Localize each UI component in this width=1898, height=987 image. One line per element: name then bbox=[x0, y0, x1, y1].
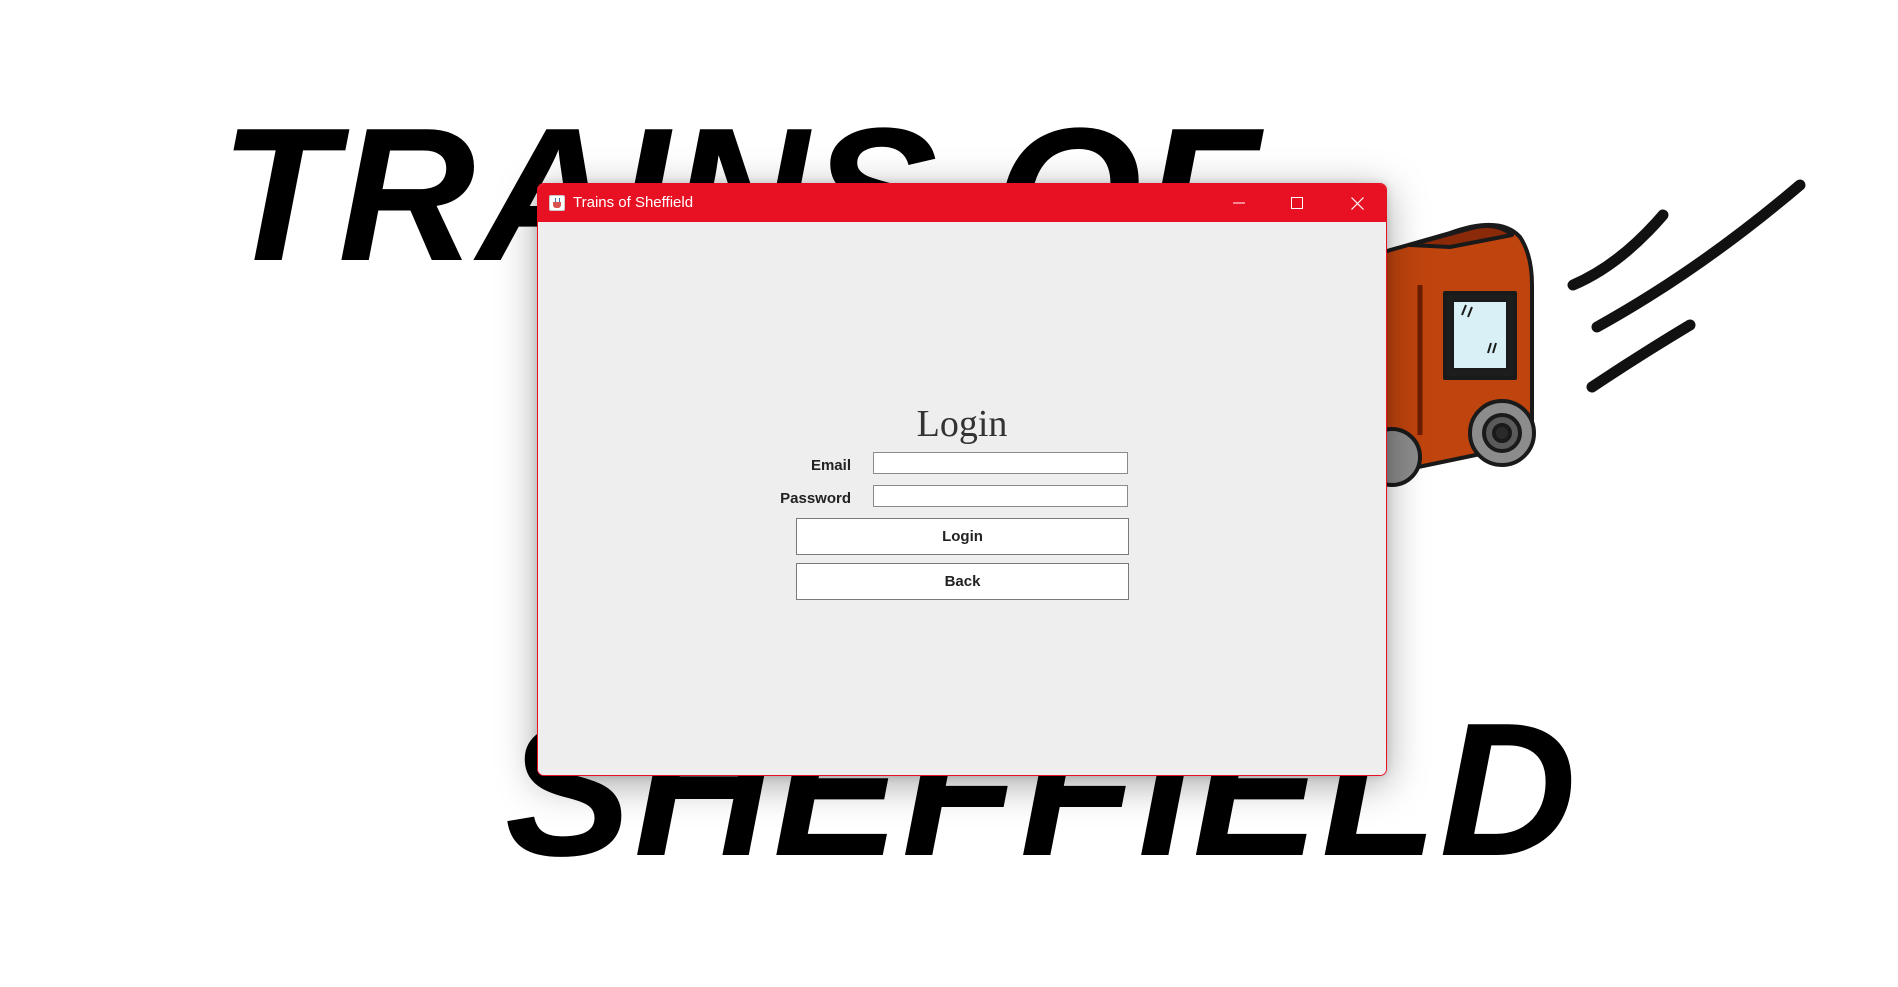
window-title: Trains of Sheffield bbox=[573, 194, 694, 211]
login-window: Trains of Sheffield Login Email Password… bbox=[537, 183, 1387, 776]
close-button[interactable] bbox=[1328, 184, 1386, 222]
email-label: Email bbox=[810, 457, 851, 474]
window-titlebar[interactable]: Trains of Sheffield bbox=[538, 184, 1386, 222]
login-button[interactable]: Login bbox=[796, 518, 1129, 555]
maximize-button[interactable] bbox=[1268, 184, 1326, 222]
desktop-background: TRAINS OF SHEFFIELD Trains of Sheffield bbox=[0, 0, 1898, 987]
password-label: Password bbox=[780, 490, 851, 507]
login-panel: Login Email Password Login Back bbox=[538, 222, 1386, 775]
minimize-button[interactable] bbox=[1210, 184, 1268, 222]
java-cup-icon bbox=[549, 195, 565, 211]
minimize-icon bbox=[1233, 202, 1245, 204]
maximize-icon bbox=[1291, 197, 1303, 209]
email-field[interactable] bbox=[873, 452, 1128, 474]
password-field[interactable] bbox=[873, 485, 1128, 507]
train-carriage bbox=[1362, 222, 1536, 487]
close-icon bbox=[1350, 196, 1364, 210]
speed-lines bbox=[1567, 179, 1806, 393]
back-button[interactable]: Back bbox=[796, 563, 1129, 600]
login-heading: Login bbox=[916, 403, 1008, 445]
